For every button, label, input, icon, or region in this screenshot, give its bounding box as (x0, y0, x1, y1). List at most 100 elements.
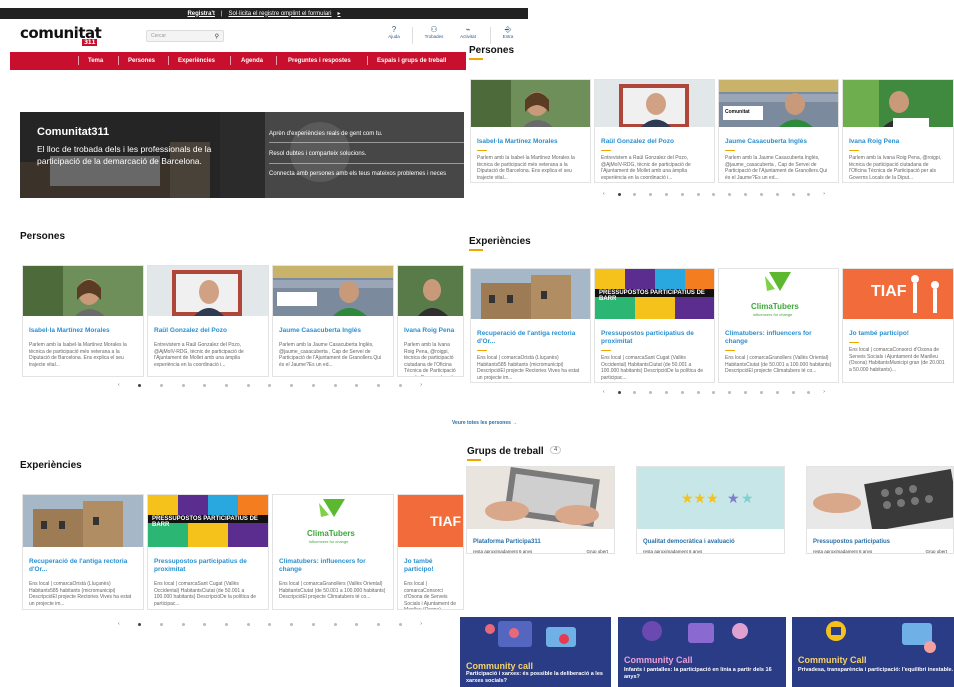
person-card[interactable]: Isabel·la Martínez Morales Parlem amb la… (22, 265, 144, 377)
carousel-dot[interactable] (376, 622, 380, 626)
carousel-dot[interactable] (791, 390, 795, 394)
carousel-dot[interactable] (791, 192, 795, 196)
carousel-dot[interactable] (712, 192, 716, 196)
chevron-left-icon[interactable]: ‹ (118, 621, 120, 627)
person-name[interactable]: Jaume Casacuberta Inglès (273, 327, 393, 335)
see-all-people-link[interactable]: Veure totes les persones → (452, 420, 517, 426)
person-name[interactable]: Isabel·la Martínez Morales (23, 327, 143, 335)
search-input[interactable]: Cercar ⚲ (146, 30, 224, 42)
carousel-dot[interactable] (807, 390, 811, 394)
chevron-right-icon[interactable]: › (420, 621, 422, 627)
carousel-dot[interactable] (759, 192, 763, 196)
carousel-dot[interactable] (138, 622, 142, 626)
carousel-dot[interactable] (268, 383, 272, 387)
carousel-dot[interactable] (728, 192, 732, 196)
person-card[interactable]: Isabel·la Martínez Morales Parlem amb la… (470, 79, 591, 183)
register-link[interactable]: Registra't (187, 11, 214, 17)
nav-item-espais[interactable]: Espais i grups de treball (377, 56, 446, 66)
person-card[interactable]: Ivana Roig Pena Parlem amb la Ivana Roig… (397, 265, 464, 377)
carousel-dot[interactable] (633, 192, 637, 196)
search-icon[interactable]: ⚲ (215, 33, 219, 40)
experience-card[interactable]: TIAF Jo també participo! Ens local | com… (842, 268, 954, 383)
experience-title[interactable]: Pressupostos participatius de proximitat (595, 330, 714, 346)
carousel-dot[interactable] (376, 383, 380, 387)
person-card[interactable]: Ivana Roig Pena Parlem amb la Ivana Roig… (842, 79, 954, 183)
person-name[interactable]: Isabel·la Martínez Morales (471, 138, 590, 146)
person-name[interactable]: Jaume Casacuberta Inglès (719, 138, 838, 146)
carousel-dot[interactable] (775, 192, 779, 196)
experience-card[interactable]: TIAF Jo també participo! Ens local | com… (397, 494, 464, 610)
carousel-dot[interactable] (311, 622, 315, 626)
carousel-dot[interactable] (355, 622, 359, 626)
experience-card[interactable]: ClimaTubers influencers for change Clima… (272, 494, 394, 610)
carousel-dot[interactable] (355, 383, 359, 387)
person-name[interactable]: Raül Gonzalez del Pozo (595, 138, 714, 146)
carousel-dot[interactable] (744, 390, 748, 394)
experience-title[interactable]: Jo també participo! (843, 330, 953, 338)
experience-card[interactable]: Recuperació de l'antiga rectoria d'Or...… (470, 268, 591, 383)
login-button[interactable]: ⎆ Entra (494, 26, 522, 40)
carousel-dot[interactable] (744, 192, 748, 196)
community-call-card[interactable]: Community Call Infants i pantalles: la p… (618, 617, 786, 687)
person-name[interactable]: Raül Gonzalez del Pozo (148, 327, 268, 335)
carousel-dot[interactable] (649, 390, 653, 394)
activity-button[interactable]: ⌁ Activitat (454, 26, 482, 40)
experience-card[interactable]: PRESSUPOSTOS PARTICIPATIUS DE BARR Press… (147, 494, 269, 610)
register-form-link[interactable]: Sol·licita el registre omplint el formul… (228, 11, 331, 17)
carousel-dot[interactable] (398, 622, 402, 626)
carousel-dot[interactable] (617, 390, 621, 394)
carousel-dot[interactable] (775, 390, 779, 394)
carousel-dot[interactable] (333, 622, 337, 626)
nav-item-preguntes[interactable]: Preguntes i respostes (288, 56, 351, 66)
carousel-dot[interactable] (138, 383, 142, 387)
chevron-right-icon[interactable]: › (823, 191, 825, 197)
carousel-dot[interactable] (246, 622, 250, 626)
carousel-dot[interactable] (246, 383, 250, 387)
group-title[interactable]: Pressupostos participatius (807, 534, 953, 545)
carousel-dot[interactable] (696, 390, 700, 394)
carousel-dot[interactable] (633, 390, 637, 394)
carousel-dot[interactable] (225, 383, 229, 387)
carousel-dot[interactable] (664, 390, 668, 394)
experience-title[interactable]: Recuperació de l'antiga rectoria d'Or... (471, 330, 590, 346)
experience-title[interactable]: Climatubers: influencers for change (719, 330, 838, 346)
group-card[interactable]: ★★★ ★ ★ Qualitat democràtica i avaluació r… (636, 466, 785, 554)
experience-card[interactable]: PRESSUPOSTOS PARTICIPATIUS DE BARR Press… (594, 268, 715, 383)
experience-title[interactable]: Jo també participo! (398, 558, 463, 574)
person-name[interactable]: Ivana Roig Pena (398, 327, 463, 335)
group-title[interactable]: Qualitat democràtica i avaluació (637, 534, 784, 545)
carousel-dot[interactable] (617, 192, 621, 196)
carousel-dot[interactable] (712, 390, 716, 394)
carousel-dot[interactable] (203, 622, 207, 626)
register-banner[interactable]: Registra't | Sol·licita el registre ompl… (0, 8, 528, 19)
chevron-left-icon[interactable]: ‹ (118, 382, 120, 388)
person-card[interactable]: Raül Gonzalez del Pozo Entrevistem a Raü… (594, 79, 715, 183)
nav-item-experiencies[interactable]: Experiències (178, 56, 215, 66)
chevron-right-icon[interactable]: › (420, 382, 422, 388)
trobades-button[interactable]: ⚇ Trobades (420, 26, 448, 40)
chevron-left-icon[interactable]: ‹ (603, 389, 605, 395)
person-name[interactable]: Ivana Roig Pena (843, 138, 953, 146)
site-logo[interactable]: comunitat 311 (20, 24, 102, 46)
chevron-right-icon[interactable]: › (823, 389, 825, 395)
carousel-dot[interactable] (807, 192, 811, 196)
carousel-dot[interactable] (759, 390, 763, 394)
community-call-card[interactable]: Community Call Privadesa, transparència … (792, 617, 954, 687)
carousel-dot[interactable] (225, 622, 229, 626)
help-button[interactable]: ? Ajuda (380, 26, 408, 40)
carousel-dot[interactable] (311, 383, 315, 387)
person-card[interactable]: Comunitat Jaume Casacuberta Inglès Parle… (718, 79, 839, 183)
nav-item-persones[interactable]: Persones (128, 56, 155, 66)
group-title[interactable]: Plataforma Participa311 (467, 534, 614, 545)
experience-title[interactable]: Recuperació de l'antiga rectoria d'Or... (23, 558, 143, 574)
experience-title[interactable]: Pressupostos participatius de proximitat (148, 558, 268, 574)
experience-card[interactable]: Recuperació de l'antiga rectoria d'Or...… (22, 494, 144, 610)
carousel-dot[interactable] (290, 383, 294, 387)
group-card[interactable]: Pressupostos participatius resta aproxim… (806, 466, 954, 554)
carousel-dot[interactable] (160, 622, 164, 626)
experience-title[interactable]: Climatubers: influencers for change (273, 558, 393, 574)
carousel-dot[interactable] (290, 622, 294, 626)
carousel-dot[interactable] (333, 383, 337, 387)
community-call-card[interactable]: Community call Participació i xarxes: és… (460, 617, 611, 687)
nav-item-agenda[interactable]: Agenda (241, 56, 263, 66)
